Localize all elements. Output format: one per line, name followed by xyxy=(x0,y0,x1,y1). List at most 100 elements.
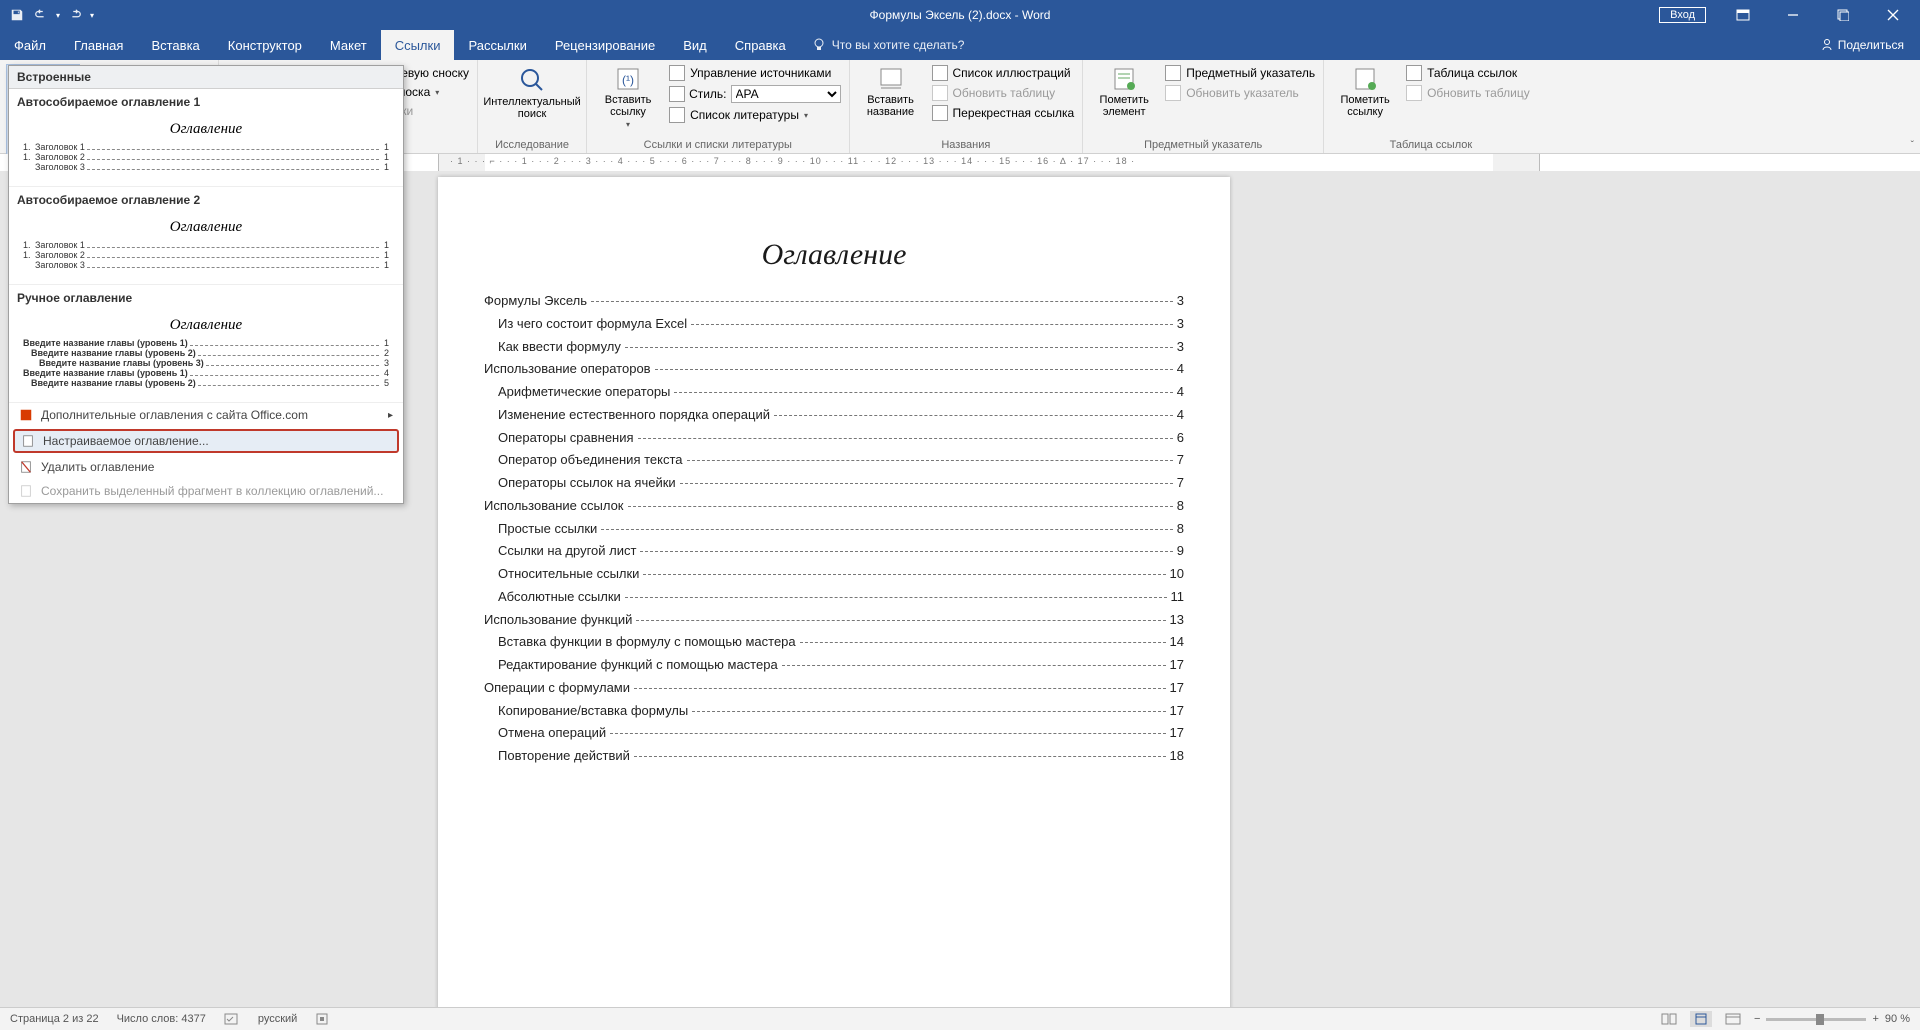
toc-entry[interactable]: Ссылки на другой лист9 xyxy=(484,540,1184,563)
maximize-button[interactable] xyxy=(1820,0,1866,30)
toc-entry[interactable]: Операции с формулами17 xyxy=(484,677,1184,700)
gallery-auto1-title: Автособираемое оглавление 1 xyxy=(17,95,395,109)
toc-entry[interactable]: Абсолютные ссылки11 xyxy=(484,586,1184,609)
citation-style-select[interactable]: APA xyxy=(731,85,841,103)
title-bar: ▾ ▾ Формулы Эксель (2).docx - Word Вход xyxy=(0,0,1920,30)
mark-entry-button[interactable]: Пометить элемент xyxy=(1089,64,1159,118)
toc-entry[interactable]: Копирование/вставка формулы17 xyxy=(484,700,1184,723)
citation-icon: (¹) xyxy=(615,66,641,92)
redo-icon[interactable] xyxy=(66,6,84,24)
update-toa-button: Обновить таблицу xyxy=(1404,84,1532,102)
toc-body: Формулы Эксель3Из чего состоит формула E… xyxy=(484,290,1184,768)
gallery-more-office[interactable]: Дополнительные оглавления с сайта Office… xyxy=(9,403,403,427)
insert-toa-button[interactable]: Таблица ссылок xyxy=(1404,64,1532,82)
mark-citation-button[interactable]: Пометить ссылку xyxy=(1330,64,1400,118)
undo-icon[interactable] xyxy=(32,6,50,24)
gallery-remove-toc[interactable]: Удалить оглавление xyxy=(9,455,403,479)
toc-title: Оглавление xyxy=(484,237,1184,272)
minimize-button[interactable] xyxy=(1770,0,1816,30)
toc-entry[interactable]: Использование ссылок8 xyxy=(484,495,1184,518)
zoom-slider[interactable] xyxy=(1766,1018,1866,1021)
zoom-in-icon[interactable]: + xyxy=(1872,1013,1878,1025)
toc-entry[interactable]: Арифметические операторы4 xyxy=(484,381,1184,404)
citation-style[interactable]: Стиль: APA xyxy=(667,84,842,104)
zoom-out-icon[interactable]: − xyxy=(1754,1013,1760,1025)
save-icon[interactable] xyxy=(8,6,26,24)
toc-entry[interactable]: Как ввести формулу3 xyxy=(484,336,1184,359)
toc-entry[interactable]: Относительные ссылки10 xyxy=(484,563,1184,586)
macro-icon[interactable] xyxy=(315,1012,329,1026)
cross-reference-button[interactable]: Перекрестная ссылка xyxy=(930,104,1077,122)
insert-tof-button[interactable]: Список иллюстраций xyxy=(930,64,1077,82)
undo-dropdown-icon[interactable]: ▾ xyxy=(56,11,60,20)
qat-customize-icon[interactable]: ▾ xyxy=(90,11,94,20)
status-page[interactable]: Страница 2 из 22 xyxy=(10,1013,99,1025)
gallery-save-selection: Сохранить выделенный фрагмент в коллекци… xyxy=(9,479,403,503)
group-label-research: Исследование xyxy=(484,139,580,153)
smart-lookup-button[interactable]: Интеллектуальный поиск xyxy=(484,64,580,120)
read-mode-icon[interactable] xyxy=(1658,1011,1680,1027)
collapse-ribbon-icon[interactable]: ˇ xyxy=(1911,140,1914,151)
tab-design[interactable]: Конструктор xyxy=(214,30,316,60)
tab-insert[interactable]: Вставка xyxy=(137,30,213,60)
toc-entry[interactable]: Использование операторов4 xyxy=(484,358,1184,381)
toc-entry[interactable]: Использование функций13 xyxy=(484,609,1184,632)
insert-index-button[interactable]: Предметный указатель xyxy=(1163,64,1317,82)
share-button[interactable]: Поделиться xyxy=(1820,30,1920,60)
ribbon-display-options-icon[interactable] xyxy=(1720,0,1766,30)
mark-citation-icon xyxy=(1352,66,1378,92)
toc-entry[interactable]: Повторение действий18 xyxy=(484,745,1184,768)
toc-entry[interactable]: Операторы ссылок на ячейки7 xyxy=(484,472,1184,495)
gallery-auto1-preview: Оглавление 1.Заголовок 11 1.Заголовок 21… xyxy=(17,115,395,176)
toc-entry[interactable]: Простые ссылки8 xyxy=(484,518,1184,541)
insert-citation-button[interactable]: (¹) Вставить ссылку▾ xyxy=(593,64,663,129)
toc-entry[interactable]: Оператор объединения текста7 xyxy=(484,449,1184,472)
toa-icon xyxy=(1406,65,1422,81)
bibliography-button[interactable]: Список литературы▾ xyxy=(667,106,842,124)
gallery-custom-toc[interactable]: Настраиваемое оглавление... xyxy=(13,429,399,453)
toc-entry[interactable]: Изменение естественного порядка операций… xyxy=(484,404,1184,427)
tab-file[interactable]: Файл xyxy=(0,30,60,60)
toc-entry[interactable]: Вставка функции в формулу с помощью маст… xyxy=(484,631,1184,654)
remove-icon xyxy=(19,460,33,474)
gallery-manual[interactable]: Ручное оглавление Оглавление Введите наз… xyxy=(9,285,403,403)
status-bar: Страница 2 из 22 Число слов: 4377 русски… xyxy=(0,1007,1920,1030)
page: Оглавление Формулы Эксель3Из чего состои… xyxy=(438,177,1230,1008)
gallery-auto1[interactable]: Автособираемое оглавление 1 Оглавление 1… xyxy=(9,89,403,187)
status-words[interactable]: Число слов: 4377 xyxy=(117,1013,206,1025)
quick-access-toolbar: ▾ ▾ xyxy=(0,6,94,24)
print-layout-icon[interactable] xyxy=(1690,1011,1712,1027)
gallery-manual-title: Ручное оглавление xyxy=(17,291,395,305)
status-language[interactable]: русский xyxy=(258,1013,297,1025)
web-layout-icon[interactable] xyxy=(1722,1011,1744,1027)
toc-entry[interactable]: Формулы Эксель3 xyxy=(484,290,1184,313)
toc-entry[interactable]: Из чего состоит формула Excel3 xyxy=(484,313,1184,336)
manage-sources-button[interactable]: Управление источниками xyxy=(667,64,842,82)
tab-view[interactable]: Вид xyxy=(669,30,721,60)
toc-entry[interactable]: Отмена операций17 xyxy=(484,722,1184,745)
group-research: Интеллектуальный поиск Исследование xyxy=(478,60,587,153)
index-icon xyxy=(1165,65,1181,81)
document-title: Формулы Эксель (2).docx - Word xyxy=(0,8,1920,22)
close-button[interactable] xyxy=(1870,0,1916,30)
tab-help[interactable]: Справка xyxy=(721,30,800,60)
toc-entry[interactable]: Редактирование функций с помощью мастера… xyxy=(484,654,1184,677)
zoom-value[interactable]: 90 % xyxy=(1885,1013,1910,1025)
tab-review[interactable]: Рецензирование xyxy=(541,30,669,60)
spellcheck-icon[interactable] xyxy=(224,1012,240,1026)
tell-me[interactable]: Что вы хотите сделать? xyxy=(800,30,977,60)
insert-caption-button[interactable]: Вставить название xyxy=(856,64,926,118)
tell-me-text: Что вы хотите сделать? xyxy=(832,38,965,52)
group-citations: (¹) Вставить ссылку▾ Управление источник… xyxy=(587,60,849,153)
gallery-manual-preview: Оглавление Введите название главы (урове… xyxy=(17,311,395,392)
tab-layout[interactable]: Макет xyxy=(316,30,381,60)
gallery-auto2[interactable]: Автособираемое оглавление 2 Оглавление 1… xyxy=(9,187,403,285)
sign-in-button[interactable]: Вход xyxy=(1659,7,1706,23)
group-captions: Вставить название Список иллюстраций Обн… xyxy=(850,60,1084,153)
toc-entry[interactable]: Операторы сравнения6 xyxy=(484,427,1184,450)
tab-references[interactable]: Ссылки xyxy=(381,30,455,60)
group-label-captions: Названия xyxy=(856,139,1077,153)
tab-home[interactable]: Главная xyxy=(60,30,137,60)
zoom-control[interactable]: − + 90 % xyxy=(1754,1013,1910,1025)
tab-mailings[interactable]: Рассылки xyxy=(454,30,540,60)
